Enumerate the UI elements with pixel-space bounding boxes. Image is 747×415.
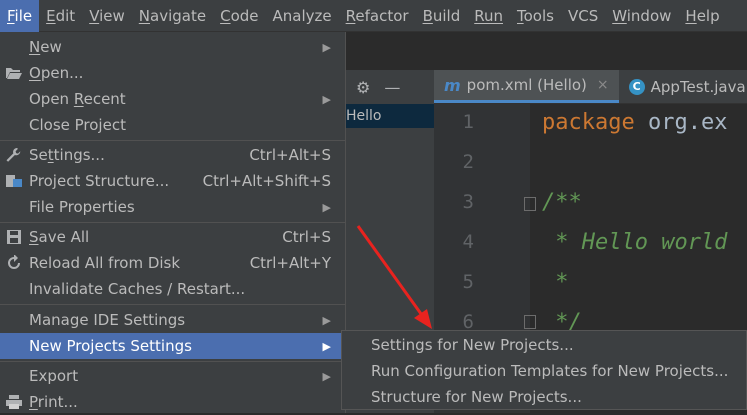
file-menu: New ▶ Open... Open Recent ▶ Close Projec… <box>0 32 346 413</box>
wrench-icon <box>5 147 23 163</box>
menu-file[interactable]: File <box>0 0 40 32</box>
submenu-item-structure-for-new-projects[interactable]: Structure for New Projects... <box>342 384 746 410</box>
tab-apptest-java[interactable]: C AppTest.java <box>619 70 747 103</box>
reload-icon <box>5 254 23 271</box>
menu-separator <box>0 304 345 305</box>
minimize-icon[interactable]: — <box>384 78 400 97</box>
menu-tools[interactable]: Tools <box>510 0 561 32</box>
line-number: 5 <box>462 271 474 293</box>
save-icon <box>5 229 23 245</box>
code-line-3[interactable]: /** <box>542 190 582 215</box>
menu-help[interactable]: Help <box>678 0 726 32</box>
line-number: 2 <box>462 151 474 173</box>
tab-label: pom.xml (Hello) <box>466 76 587 94</box>
menu-item-open[interactable]: Open... <box>0 60 345 86</box>
menu-view[interactable]: View <box>82 0 132 32</box>
code-line-4[interactable]: * Hello world <box>542 230 727 255</box>
shortcut-label: Ctrl+Alt+S <box>249 146 331 164</box>
menu-item-print[interactable]: Print... <box>0 389 345 415</box>
menu-navigate[interactable]: Navigate <box>132 0 213 32</box>
menu-separator <box>0 361 345 362</box>
submenu-arrow-icon: ▶ <box>322 200 331 214</box>
code-line-1[interactable]: package org.ex <box>542 110 727 135</box>
menu-separator <box>0 222 345 223</box>
gear-icon[interactable]: ⚙ <box>356 78 370 97</box>
submenu-item-run-configuration-templates[interactable]: Run Configuration Templates for New Proj… <box>342 358 746 384</box>
menu-vcs[interactable]: VCS <box>561 0 605 32</box>
line-number: 1 <box>462 111 474 133</box>
menu-refactor[interactable]: Refactor <box>339 0 416 32</box>
submenu-arrow-icon: ▶ <box>322 339 331 353</box>
code-line-5[interactable]: * <box>542 270 568 295</box>
fold-marker-icon[interactable] <box>524 315 536 329</box>
line-number: 4 <box>462 231 474 253</box>
menu-item-file-properties[interactable]: File Properties ▶ <box>0 194 345 220</box>
folder-open-icon <box>5 65 23 81</box>
menu-item-export[interactable]: Export ▶ <box>0 363 345 389</box>
menu-item-new[interactable]: New ▶ <box>0 34 345 60</box>
menu-item-manage-ide-settings[interactable]: Manage IDE Settings ▶ <box>0 307 345 333</box>
menu-analyze[interactable]: Analyze <box>266 0 339 32</box>
submenu-item-settings-for-new-projects[interactable]: Settings for New Projects... <box>342 332 746 358</box>
menu-edit[interactable]: Edit <box>39 0 82 32</box>
submenu-arrow-icon: ▶ <box>322 92 331 106</box>
menu-bar: File Edit View Navigate Code Analyze Ref… <box>0 0 747 32</box>
new-projects-settings-submenu: Settings for New Projects... Run Configu… <box>341 330 747 410</box>
fold-marker-icon[interactable] <box>524 197 536 211</box>
maven-icon: m <box>444 75 461 95</box>
tab-pom-xml[interactable]: m pom.xml (Hello) × <box>434 70 619 103</box>
shortcut-label: Ctrl+Alt+Shift+S <box>202 172 331 190</box>
menu-code[interactable]: Code <box>213 0 265 32</box>
submenu-arrow-icon: ▶ <box>322 40 331 54</box>
tab-label: AppTest.java <box>650 77 746 96</box>
close-icon[interactable]: × <box>597 77 609 93</box>
shortcut-label: Ctrl+S <box>282 228 331 246</box>
menu-item-close-project[interactable]: Close Project <box>0 112 345 138</box>
shortcut-label: Ctrl+Alt+Y <box>249 254 331 272</box>
menu-build[interactable]: Build <box>416 0 468 32</box>
menu-item-settings[interactable]: Settings... Ctrl+Alt+S <box>0 142 345 168</box>
java-class-icon: C <box>628 78 645 95</box>
menu-separator <box>0 140 345 141</box>
menu-item-project-structure[interactable]: Project Structure... Ctrl+Alt+Shift+S <box>0 168 345 194</box>
project-structure-icon <box>5 173 23 189</box>
project-tree-selected-item[interactable]: Hello <box>346 104 434 128</box>
editor-tabs: m pom.xml (Hello) × C AppTest.java <box>434 70 747 104</box>
menu-window[interactable]: Window <box>605 0 678 32</box>
menu-item-invalidate-caches[interactable]: Invalidate Caches / Restart... <box>0 276 345 302</box>
submenu-arrow-icon: ▶ <box>322 369 331 383</box>
menu-item-open-recent[interactable]: Open Recent ▶ <box>0 86 345 112</box>
menu-run[interactable]: Run <box>467 0 510 32</box>
printer-icon <box>5 394 23 410</box>
project-toolbar: ⚙ — <box>346 70 434 104</box>
menu-item-save-all[interactable]: Save All Ctrl+S <box>0 224 345 250</box>
submenu-arrow-icon: ▶ <box>322 313 331 327</box>
menu-item-new-projects-settings[interactable]: New Projects Settings ▶ <box>0 333 345 359</box>
menu-item-reload-all[interactable]: Reload All from Disk Ctrl+Alt+Y <box>0 250 345 276</box>
line-number: 3 <box>462 191 474 213</box>
